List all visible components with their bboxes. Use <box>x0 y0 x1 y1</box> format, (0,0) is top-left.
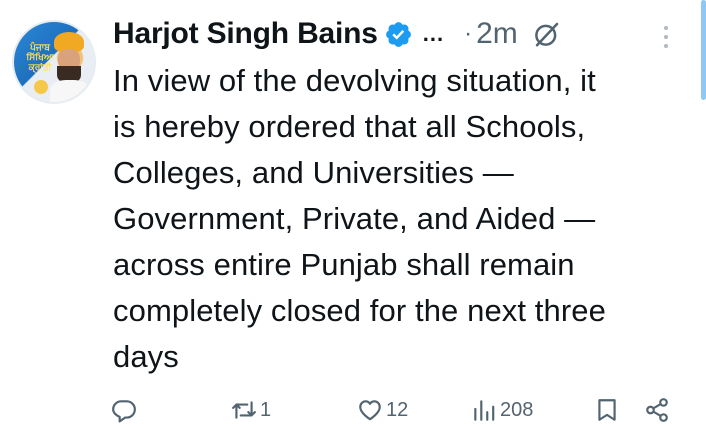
grok-icon[interactable] <box>532 19 562 49</box>
bookmark-button[interactable] <box>594 395 620 425</box>
action-bar: 1 12 208 <box>0 395 706 425</box>
views-button[interactable]: 208 <box>471 395 533 425</box>
author-name[interactable]: Harjot Singh Bains <box>113 17 378 51</box>
timestamp[interactable]: 2m <box>476 17 518 51</box>
reply-button[interactable] <box>111 395 140 425</box>
name-ellipsis: ... <box>422 21 445 46</box>
like-icon <box>359 400 381 421</box>
tweet[interactable]: ਪੰਜਾਬ ਸਿੱਖਿਆ ਕ੍ਰਾਂਤੀ Harjot Singh Bains … <box>0 0 706 424</box>
bookmark-icon <box>598 399 616 421</box>
verified-badge-icon[interactable] <box>384 20 413 49</box>
repost-button[interactable]: 1 <box>231 395 271 425</box>
avatar-emblem <box>34 80 48 94</box>
like-button[interactable]: 12 <box>357 395 408 425</box>
repost-count: 1 <box>260 398 272 421</box>
share-button[interactable] <box>644 395 670 425</box>
views-count: 208 <box>500 398 534 421</box>
avatar-shirt <box>50 80 90 102</box>
separator-dot: · <box>464 20 473 47</box>
scrollbar[interactable] <box>701 0 706 100</box>
share-icon <box>646 398 668 422</box>
more-icon[interactable] <box>663 26 669 50</box>
reply-icon <box>112 400 136 423</box>
views-icon <box>474 400 495 421</box>
like-count: 12 <box>386 398 409 421</box>
avatar[interactable]: ਪੰਜਾਬ ਸਿੱਖਿਆ ਕ੍ਰਾਂਤੀ <box>12 20 96 104</box>
tweet-header: Harjot Singh Bains ... · 2m <box>113 12 562 56</box>
repost-icon <box>232 401 256 419</box>
tweet-text: In view of the devolving situation, it i… <box>113 63 606 374</box>
